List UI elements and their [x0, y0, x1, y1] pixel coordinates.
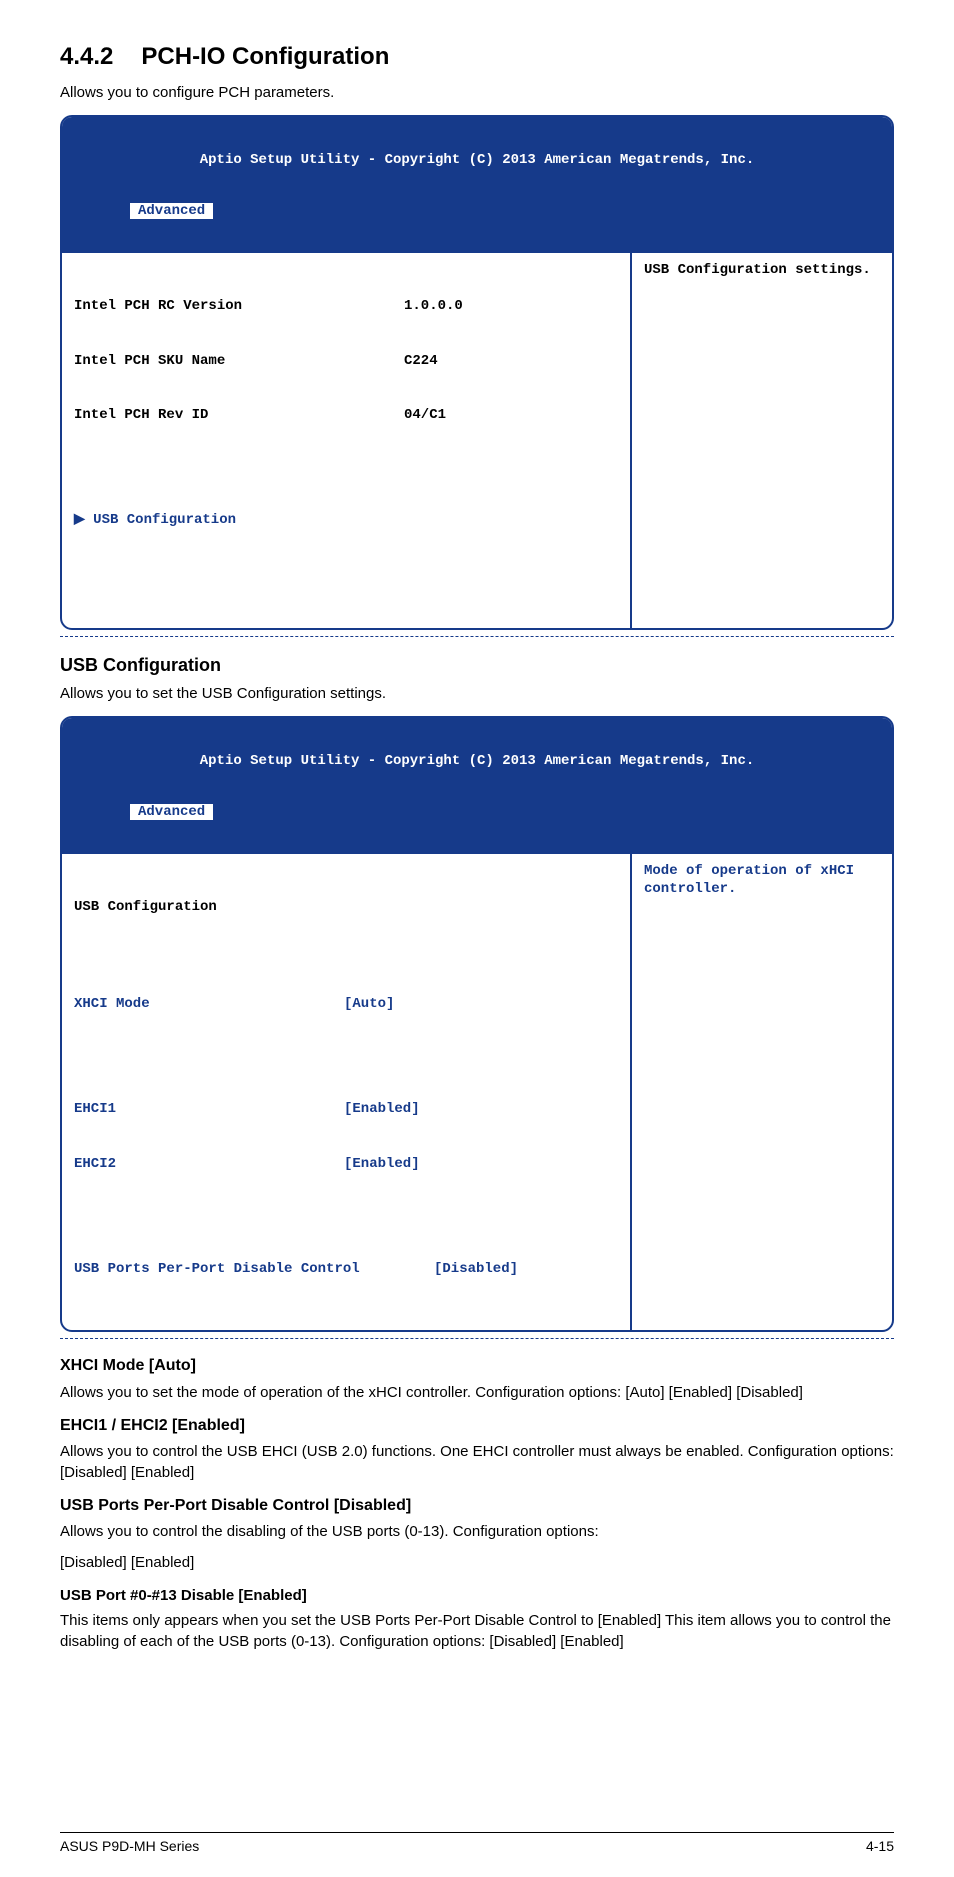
value: 04/C1 [404, 406, 446, 424]
bios-panel-usb: Aptio Setup Utility - Copyright (C) 2013… [60, 716, 894, 1333]
heading-per-port: USB Ports Per-Port Disable Control [Disa… [60, 1495, 894, 1517]
section-title-text: PCH-IO Configuration [141, 43, 389, 70]
label: USB Configuration [74, 898, 217, 916]
bios-help-panel: USB Configuration settings. [632, 253, 892, 628]
spacer [74, 1209, 618, 1223]
bios-body: Intel PCH RC Version1.0.0.0 Intel PCH SK… [62, 253, 892, 628]
section-heading: 4.4.2 PCH-IO Configuration [60, 40, 894, 74]
tab-advanced[interactable]: Advanced [130, 804, 213, 821]
spacer [74, 566, 618, 576]
label: USB Ports Per-Port Disable Control [74, 1260, 434, 1278]
bios-header-title: Aptio Setup Utility - Copyright (C) 2013… [66, 152, 888, 169]
row-ehci2[interactable]: EHCI2[Enabled] [74, 1155, 618, 1173]
heading-ehci: EHCI1 / EHCI2 [Enabled] [60, 1415, 894, 1437]
label: EHCI2 [74, 1155, 344, 1173]
footer-left: ASUS P9D-MH Series [60, 1837, 199, 1857]
row-pch-sku-name: Intel PCH SKU NameC224 [74, 352, 618, 370]
spacer [74, 1050, 618, 1064]
bios-left-panel: USB Configuration XHCI Mode[Auto] EHCI1[… [62, 854, 632, 1330]
bios-tab-row: Advanced [66, 203, 888, 220]
heading-usb-configuration: USB Configuration [60, 653, 894, 678]
tab-spacer [66, 203, 130, 220]
heading-port-0-13: USB Port #0-#13 Disable [Enabled] [60, 1585, 894, 1606]
value: [Enabled] [344, 1155, 420, 1173]
label: XHCI Mode [74, 995, 344, 1013]
bios-header: Aptio Setup Utility - Copyright (C) 2013… [62, 718, 892, 854]
help-text: USB Configuration settings. [644, 262, 871, 278]
value: [Auto] [344, 995, 394, 1013]
dashed-separator [60, 1338, 894, 1339]
label: EHCI1 [74, 1100, 344, 1118]
per-port-desc1: Allows you to control the disabling of t… [60, 1521, 894, 1542]
bios-header-title: Aptio Setup Utility - Copyright (C) 2013… [66, 753, 888, 770]
bios-left-panel: Intel PCH RC Version1.0.0.0 Intel PCH SK… [62, 253, 632, 628]
value: [Enabled] [344, 1100, 420, 1118]
spacer [74, 953, 618, 959]
bios-panel-pch: Aptio Setup Utility - Copyright (C) 2013… [60, 115, 894, 631]
dashed-separator [60, 636, 894, 637]
value: C224 [404, 352, 438, 370]
value: 1.0.0.0 [404, 297, 463, 315]
section-intro: Allows you to configure PCH parameters. [60, 82, 894, 103]
row-per-port-disable[interactable]: USB Ports Per-Port Disable Control[Disab… [74, 1260, 618, 1278]
heading-xhci-mode: XHCI Mode [Auto] [60, 1355, 894, 1377]
section-number: 4.4.2 [60, 43, 113, 70]
tab-advanced[interactable]: Advanced [130, 203, 213, 220]
help-text: Mode of operation of xHCI controller. [644, 863, 854, 897]
bios-tab-row: Advanced [66, 804, 888, 821]
triangle-right-icon: ▶ [74, 511, 93, 529]
page-footer: ASUS P9D-MH Series 4-15 [60, 1832, 894, 1857]
row-pch-rc-version: Intel PCH RC Version1.0.0.0 [74, 297, 618, 315]
value: [Disabled] [434, 1260, 518, 1278]
xhci-desc: Allows you to set the mode of operation … [60, 1382, 894, 1403]
per-port-desc2: [Disabled] [Enabled] [60, 1552, 894, 1573]
footer-page-number: 4-15 [866, 1837, 894, 1857]
bios-header: Aptio Setup Utility - Copyright (C) 2013… [62, 117, 892, 253]
row-usb-config-title: USB Configuration [74, 898, 618, 916]
usb-configuration-desc: Allows you to set the USB Configuration … [60, 683, 894, 704]
row-ehci1[interactable]: EHCI1[Enabled] [74, 1100, 618, 1118]
port-0-13-desc: This items only appears when you set the… [60, 1610, 894, 1652]
ehci-desc: Allows you to control the USB EHCI (USB … [60, 1441, 894, 1483]
label: Intel PCH SKU Name [74, 352, 404, 370]
submenu-usb-configuration[interactable]: ▶ USB Configuration [74, 511, 618, 529]
spacer [74, 461, 618, 475]
submenu-label: USB Configuration [93, 511, 236, 529]
label: Intel PCH Rev ID [74, 406, 404, 424]
row-xhci-mode[interactable]: XHCI Mode[Auto] [74, 995, 618, 1013]
tab-spacer [66, 804, 130, 821]
row-pch-rev-id: Intel PCH Rev ID04/C1 [74, 406, 618, 424]
bios-help-panel: Mode of operation of xHCI controller. [632, 854, 892, 1330]
bios-body: USB Configuration XHCI Mode[Auto] EHCI1[… [62, 854, 892, 1330]
label: Intel PCH RC Version [74, 297, 404, 315]
